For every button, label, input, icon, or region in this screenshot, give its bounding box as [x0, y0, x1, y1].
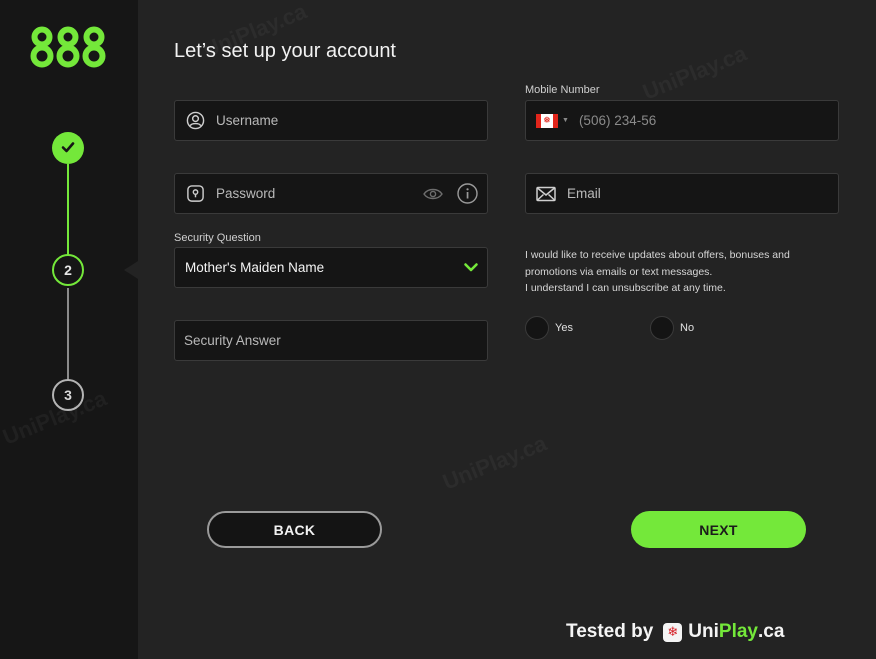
email-placeholder: Email: [567, 186, 601, 201]
next-button[interactable]: NEXT: [631, 511, 806, 548]
password-field[interactable]: Password: [174, 173, 488, 214]
canada-flag-icon[interactable]: ❅: [536, 113, 558, 128]
page-title: Let’s set up your account: [174, 40, 396, 62]
eye-icon[interactable]: [423, 187, 443, 204]
maple-leaf-icon: ❄: [663, 622, 683, 642]
step-2-current: 2: [52, 254, 84, 286]
consent-yes-radio[interactable]: Yes: [525, 316, 573, 340]
mobile-number-label: Mobile Number: [525, 84, 600, 96]
security-answer-field[interactable]: Security Answer: [174, 320, 488, 361]
password-placeholder: Password: [216, 186, 276, 201]
checkmark-icon: [60, 139, 76, 158]
step-connector-upcoming: [67, 288, 69, 380]
user-icon: [185, 111, 205, 131]
security-answer-placeholder: Security Answer: [184, 333, 281, 348]
888-logo: [30, 26, 106, 73]
email-field[interactable]: Email: [525, 173, 839, 214]
security-question-label: Security Question: [174, 232, 261, 244]
step-3-upcoming: 3: [52, 379, 84, 411]
radio-circle[interactable]: [650, 316, 674, 340]
step-1-complete: [52, 132, 84, 164]
consent-yes-label: Yes: [555, 322, 573, 334]
mobile-placeholder: (506) 234-56: [578, 113, 657, 128]
country-dropdown-caret-icon[interactable]: ▼: [562, 117, 569, 124]
tested-by-badge: Tested by ❄ Uni Play .ca: [566, 621, 785, 642]
step-sidebar: 2 3: [0, 0, 138, 659]
consent-no-label: No: [680, 322, 695, 334]
marketing-consent-text: I would like to receive updates about of…: [525, 249, 790, 294]
lock-icon: [185, 184, 205, 204]
radio-circle[interactable]: [525, 316, 549, 340]
mobile-number-field[interactable]: ❅ ▼ (506) 234-56: [525, 100, 839, 141]
consent-no-radio[interactable]: No: [650, 316, 694, 340]
back-button[interactable]: BACK: [207, 511, 382, 548]
info-icon[interactable]: [457, 183, 478, 207]
envelope-icon: [536, 184, 556, 204]
step-connector-complete: [67, 164, 69, 255]
username-placeholder: Username: [216, 113, 279, 128]
security-question-select[interactable]: Mother's Maiden Name: [174, 247, 488, 288]
current-step-pointer: [124, 261, 138, 279]
security-question-value: Mother's Maiden Name: [185, 260, 325, 275]
chevron-down-icon: [463, 259, 479, 278]
username-field[interactable]: Username: [174, 100, 488, 141]
